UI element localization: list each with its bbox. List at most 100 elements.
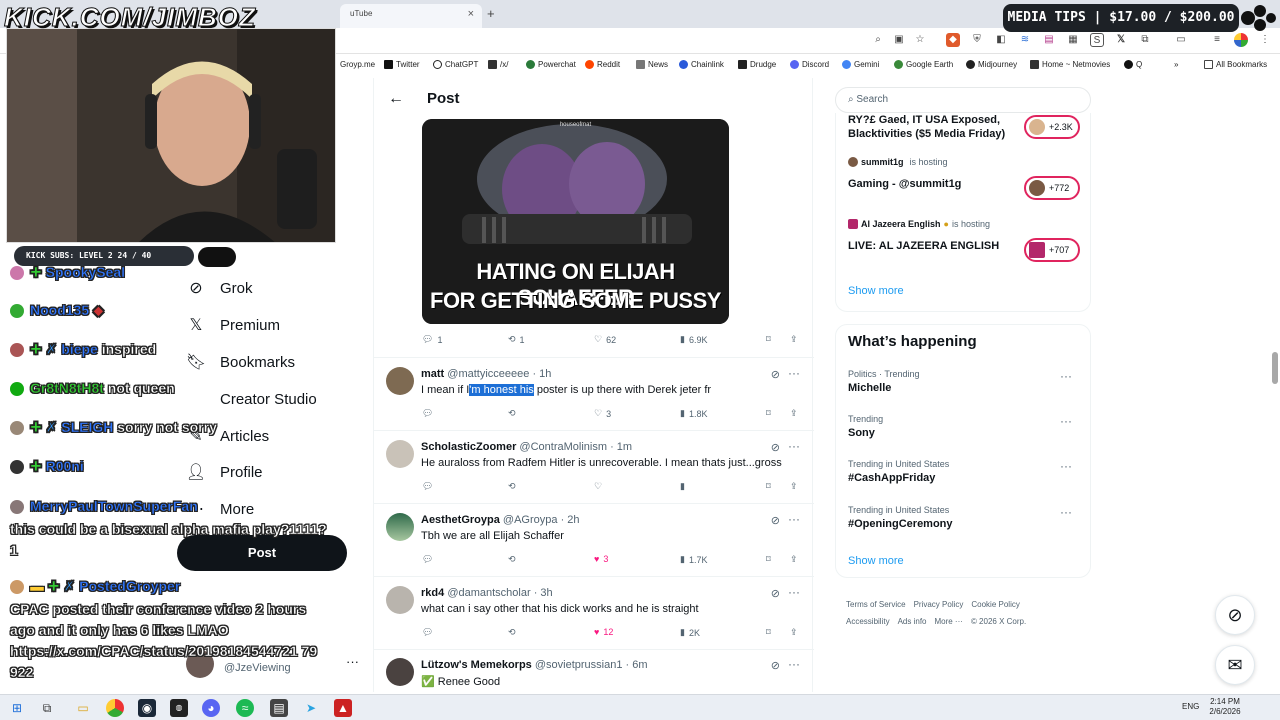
share-button[interactable]: ⇪ [790, 627, 798, 638]
reply-button[interactable]: 💬︎ [422, 627, 433, 638]
nav-item-premium[interactable]: 𝕏 Premium [186, 315, 280, 335]
bookmark-x-board[interactable]: /x/ [488, 60, 508, 69]
bookmarks-overflow-icon[interactable]: » [1174, 60, 1178, 69]
extensions-puzzle-icon[interactable]: ⧉ [1138, 33, 1152, 47]
grok-icon[interactable]: ⊘ [771, 587, 780, 600]
kebab-menu-icon[interactable]: ⋮ [1258, 33, 1272, 47]
messages-fab-icon[interactable]: ✉ [1215, 645, 1255, 685]
discord-icon[interactable]: ◕ [202, 699, 220, 717]
views-button[interactable]: ▮ 1.8K [680, 408, 707, 419]
nav-item-bookmarks[interactable]: 🔖︎ Bookmarks [186, 352, 295, 372]
language-indicator[interactable]: ENG [1182, 702, 1199, 711]
tweet-more-icon[interactable]: ··· [788, 439, 800, 453]
views-button[interactable]: ▮ 2K [680, 627, 700, 638]
bookmark-button[interactable]: ⌑ [766, 408, 771, 419]
bookmark-button[interactable]: ⌑ [766, 627, 771, 638]
footer-link[interactable]: More ··· [934, 617, 962, 626]
all-bookmarks[interactable]: All Bookmarks [1204, 60, 1267, 69]
views-button[interactable]: ▮ 1.7K [680, 554, 707, 565]
repost-button[interactable]: ⟲ [508, 554, 516, 565]
trend-item[interactable]: Politics · Trending Michelle ··· [848, 369, 1080, 394]
tweet-author[interactable]: Lützow's Memekorps @sovietprussian1 · 6m [421, 659, 648, 671]
star-icon[interactable]: ☆ [913, 33, 927, 47]
repost-button[interactable]: ⟲ [508, 627, 516, 638]
close-tab-icon[interactable]: × [468, 8, 474, 20]
extension-s-icon[interactable]: S [1090, 33, 1104, 47]
nav-item-grok[interactable]: ⊘ Grok [186, 278, 252, 298]
live-title[interactable]: Gaming - @summit1g [848, 177, 961, 191]
post-button[interactable]: Post [177, 535, 347, 571]
bookmark-twitter[interactable]: Twitter [384, 60, 420, 69]
reply-button[interactable]: 💬︎ [422, 408, 433, 419]
bookmark-news[interactable]: News [636, 60, 668, 69]
repost-button[interactable]: ⟲ [508, 408, 516, 419]
trend-more-icon[interactable]: ··· [1060, 414, 1072, 428]
reply-tweet[interactable]: AesthetGroypa @AGroypa · 2h ⊘ ··· Tbh we… [374, 503, 814, 576]
live-title[interactable]: LIVE: AL JAZEERA ENGLISH [848, 239, 999, 253]
reply-tweet[interactable]: ScholasticZoomer @ContraMolinism · 1m ⊘ … [374, 430, 814, 503]
file-explorer-icon[interactable]: ▭ [74, 699, 92, 717]
tweet-more-icon[interactable]: ··· [788, 657, 800, 671]
trend-more-icon[interactable]: ··· [1060, 369, 1072, 383]
show-more-link[interactable]: Show more [848, 285, 904, 297]
repost-button[interactable]: ⟲ [508, 481, 516, 492]
footer-link[interactable]: Terms of Service [846, 600, 906, 609]
bookmark-chainlink[interactable]: Chainlink [679, 60, 724, 69]
nav-item-creator-studio[interactable]: Creator Studio [186, 389, 317, 409]
bookmark-q[interactable]: Q [1124, 60, 1142, 69]
reply-button[interactable]: 💬︎ [422, 481, 433, 492]
extension-grid-icon[interactable]: ▦ [1066, 33, 1080, 47]
tweet-more-icon[interactable]: ··· [788, 512, 800, 526]
like-button[interactable]: ♥ 12 [594, 627, 613, 637]
post-media-image[interactable]: houseofmat HATING ON ELIJAH SCHAFFER FOR… [422, 119, 729, 324]
reply-button[interactable]: 💬︎ [422, 554, 433, 565]
scrollbar[interactable] [1271, 80, 1279, 692]
obs-icon[interactable]: ◍ [170, 699, 188, 717]
bookmark-button[interactable]: ⌑ [766, 334, 771, 345]
extension-wave-icon[interactable]: ≋ [1018, 33, 1032, 47]
reply-tweet[interactable]: Lützow's Memekorps @sovietprussian1 · 6m… [374, 649, 814, 692]
bookmark-groyp[interactable]: Groyp.me [340, 60, 375, 69]
grok-icon[interactable]: ⊘ [771, 368, 780, 381]
live-title[interactable]: RY?£ Gaed, IT USA Exposed, Blacktivities … [848, 113, 1005, 141]
tweet-author[interactable]: ScholasticZoomer @ContraMolinism · 1m [421, 441, 632, 453]
bookmark-reddit[interactable]: Reddit [585, 60, 620, 69]
bookmark-drudge[interactable]: Drudge [738, 60, 776, 69]
trend-item[interactable]: Trending in United States #CashAppFriday ·… [848, 459, 1080, 484]
live-listener-badge[interactable]: +772 [1024, 176, 1080, 200]
footer-link[interactable]: Ads info [898, 617, 927, 626]
extension-box-icon[interactable]: ▤ [1042, 33, 1056, 47]
steam-icon[interactable]: ◉ [138, 699, 156, 717]
browser-tab[interactable]: uTube × [340, 4, 482, 28]
bookmark-netmovies[interactable]: Home ~ Netmovies [1030, 60, 1110, 69]
system-clock[interactable]: 2:14 PM 2/6/2026 [1200, 697, 1250, 717]
tweet-author[interactable]: rkd4 @damantscholar · 3h [421, 587, 553, 599]
bookmark-google-earth[interactable]: Google Earth [894, 60, 953, 69]
extension-x-icon[interactable]: 𝕏 [1114, 33, 1128, 47]
tweet-more-icon[interactable]: ··· [788, 585, 800, 599]
grok-fab-icon[interactable]: ⊘ [1215, 595, 1255, 635]
repost-button[interactable]: ⟲ 1 [508, 334, 525, 345]
reply-button[interactable]: 💬︎ 1 [422, 334, 442, 345]
grok-icon[interactable]: ⊘ [771, 659, 780, 672]
trend-more-icon[interactable]: ··· [1060, 505, 1072, 519]
reply-tweet[interactable]: matt @mattyicceeeee · 1h ⊘ ··· I mean if… [374, 357, 814, 430]
live-listener-badge[interactable]: +707 [1024, 238, 1080, 262]
footer-link[interactable]: Privacy Policy [914, 600, 964, 609]
search-input[interactable]: ⌕ Search [835, 87, 1091, 113]
app-icon[interactable]: ▤ [270, 699, 288, 717]
windows-start-icon[interactable]: ⊞ [8, 699, 26, 717]
bookmark-button[interactable]: ⌑ [766, 481, 771, 492]
account-more-icon[interactable]: ··· [346, 654, 359, 669]
share-button[interactable]: ⇪ [790, 408, 798, 419]
bookmark-button[interactable]: ⌑ [766, 554, 771, 565]
like-button[interactable]: ♡ [594, 481, 602, 492]
views-button[interactable]: ▮ [680, 481, 685, 492]
bookmark-powerchat[interactable]: Powerchat [526, 60, 576, 69]
share-button[interactable]: ⇪ [790, 554, 798, 565]
tweet-author[interactable]: matt @mattyicceeeee · 1h [421, 368, 551, 380]
telegram-icon[interactable]: ➤ [302, 699, 320, 717]
extension-shield-icon[interactable]: ⛨ [970, 33, 984, 47]
show-more-link[interactable]: Show more [848, 555, 904, 567]
nav-item-profile[interactable]: 👤︎ Profile [186, 462, 263, 482]
